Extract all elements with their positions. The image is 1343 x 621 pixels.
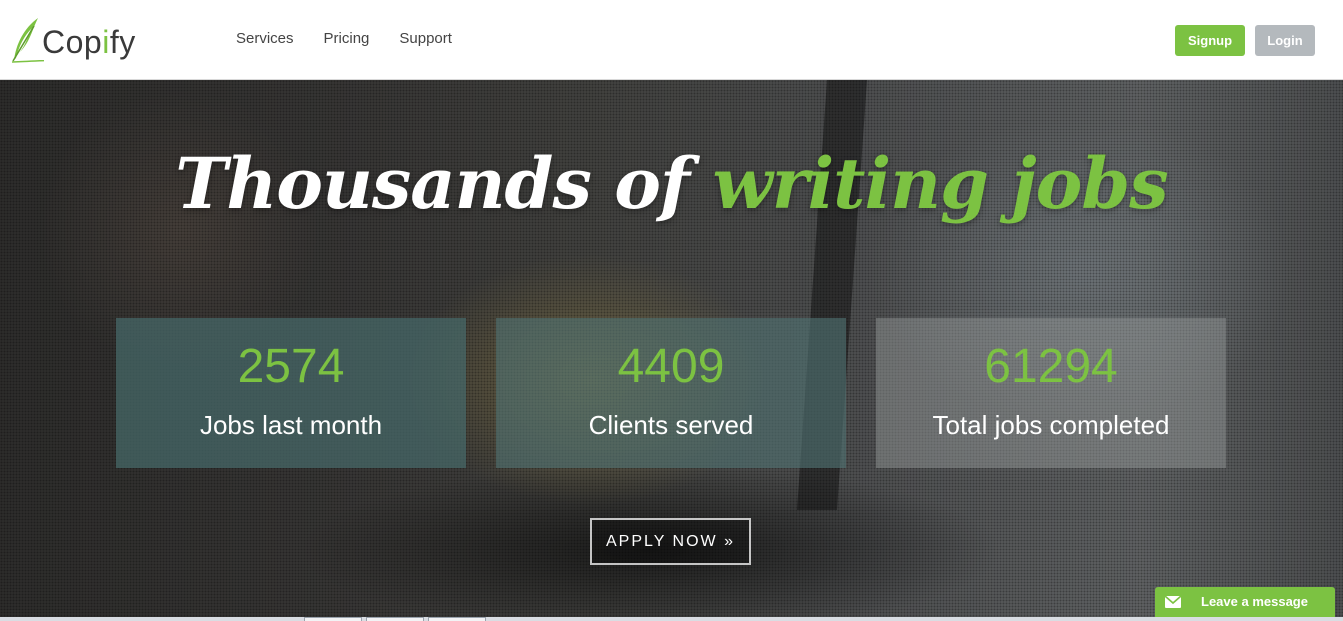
taskbar-tab[interactable] [366,617,424,621]
hero-title: Thousands of writing jobs [0,142,1343,225]
bottom-taskbar [0,617,1343,621]
stat-card-jobs-last-month: 2574 Jobs last month [116,318,466,468]
apply-now-button[interactable]: APPLY NOW » [590,518,751,565]
signup-button[interactable]: Signup [1175,25,1245,56]
hero-title-green: writing jobs [712,142,1168,225]
envelope-icon [1165,596,1181,608]
stat-card-clients-served: 4409 Clients served [496,318,846,468]
stats-row: 2574 Jobs last month 4409 Clients served… [116,318,1226,468]
stat-number: 4409 [617,340,725,393]
taskbar-tab[interactable] [428,617,486,621]
stat-label: Total jobs completed [932,410,1170,440]
main-nav: Services Pricing Support [236,30,452,47]
stat-label: Clients served [588,410,754,440]
site-header: Copify Services Pricing Support Signup L… [0,0,1343,80]
nav-services-link[interactable]: Services [236,30,294,47]
logo-text: Copify [42,24,136,60]
stat-label: Jobs last month [199,410,383,440]
feather-leaf-icon [11,18,44,63]
hero-section: Thousands of writing jobs 2574 Jobs last… [0,80,1343,621]
leave-message-label: Leave a message [1201,594,1308,609]
leave-message-widget[interactable]: Leave a message [1155,587,1335,617]
hero-title-white: Thousands of [175,142,690,225]
nav-support-link[interactable]: Support [399,30,452,47]
stat-card-total-jobs-completed: 61294 Total jobs completed [876,318,1226,468]
login-button[interactable]: Login [1255,25,1315,56]
stat-number: 61294 [984,340,1118,393]
nav-pricing-link[interactable]: Pricing [324,30,370,47]
copify-logo[interactable]: Copify [10,14,155,64]
stat-number: 2574 [237,340,345,393]
taskbar-tab[interactable] [304,617,362,621]
